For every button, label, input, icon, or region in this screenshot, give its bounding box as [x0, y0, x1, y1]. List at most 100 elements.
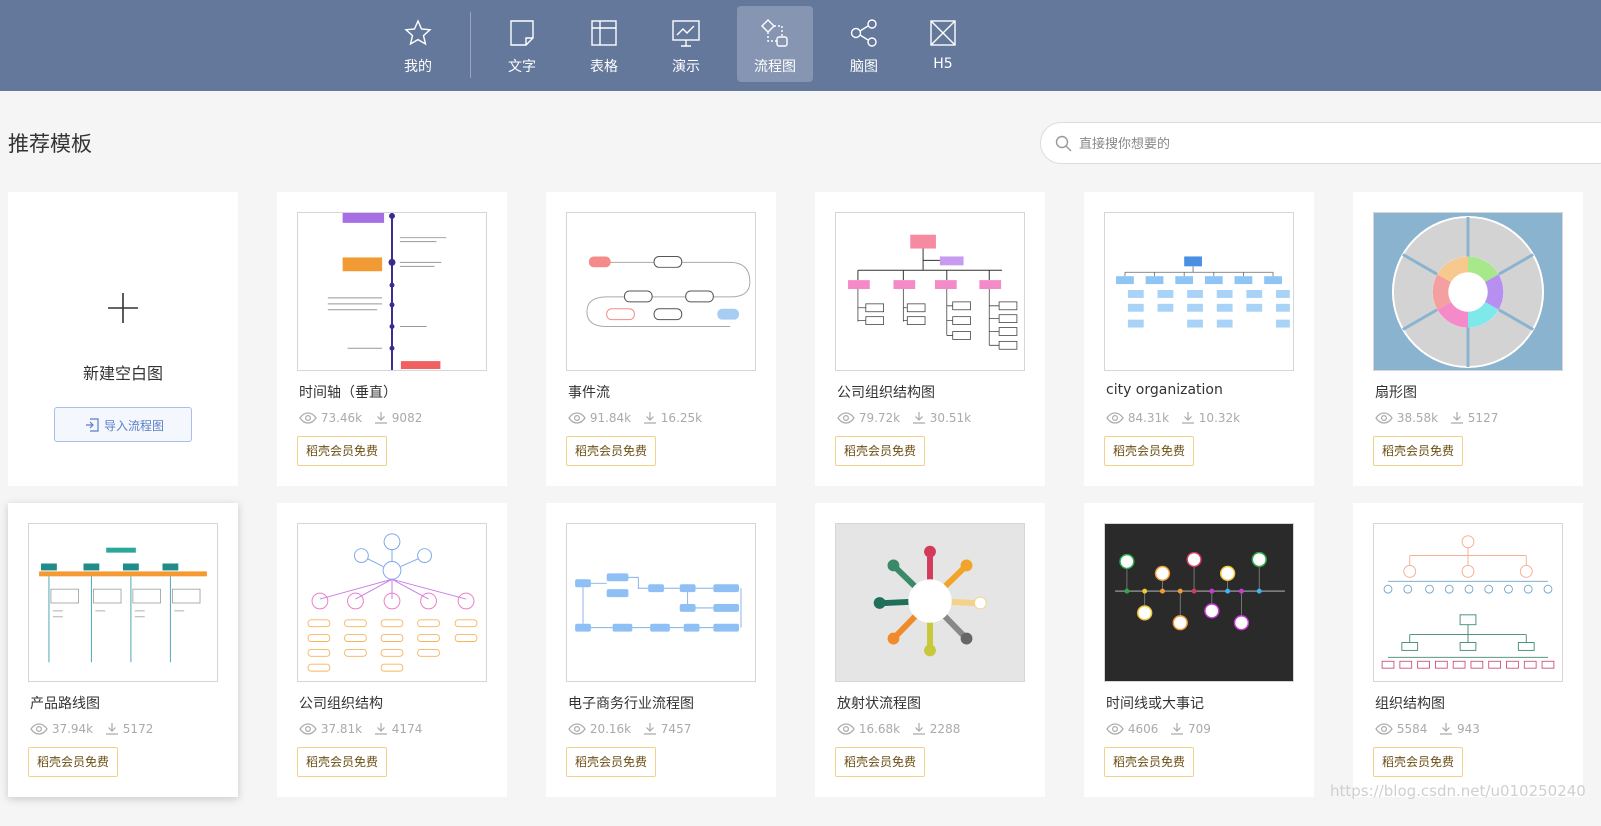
search-box[interactable] [1040, 122, 1601, 164]
template-thumbnail [297, 212, 487, 371]
template-card[interactable]: 扇形图 38.58k 5127 稻壳会员免费 [1353, 192, 1583, 486]
eye-icon [1106, 722, 1124, 735]
nav-item-h5[interactable]: H5 [905, 6, 981, 82]
watermark: https://blog.csdn.net/u010250240 [1330, 782, 1586, 800]
nav-item-sheet[interactable]: 表格 [566, 6, 642, 82]
download-icon [374, 412, 387, 424]
nav-item-mindmap[interactable]: 脑图 [826, 6, 902, 82]
download-count: 943 [1457, 721, 1480, 736]
member-free-badge[interactable]: 稻壳会员免费 [297, 747, 388, 777]
template-stats: 79.72k 30.51k [837, 410, 979, 426]
template-title: 产品路线图 [30, 696, 100, 712]
view-count: 4606 [1127, 721, 1159, 736]
template-card[interactable]: 时间线或大事记 4606 709 稻壳会员免费 [1084, 503, 1314, 797]
view-count: 84.31k [1127, 410, 1170, 425]
template-title: 时间线或大事记 [1106, 696, 1204, 712]
eye-icon [837, 411, 855, 424]
eye-icon [1106, 411, 1124, 424]
nav-label: 流程图 [754, 59, 796, 75]
member-free-badge[interactable]: 稻壳会员免费 [835, 436, 926, 466]
h5-icon [930, 20, 956, 46]
nav-item-presentation[interactable]: 演示 [648, 6, 724, 82]
template-thumbnail [835, 523, 1025, 682]
template-title: 公司组织结构图 [837, 385, 935, 401]
template-card[interactable]: 事件流 91.84k 16.25k 稻壳会员免费 [546, 192, 776, 486]
download-icon [1171, 723, 1184, 735]
template-card[interactable]: city organization 84.31k 10.32k 稻壳会员免费 [1084, 192, 1314, 486]
download-icon [1440, 723, 1453, 735]
download-icon [912, 723, 925, 735]
template-card[interactable]: 产品路线图 37.94k 5172 稻壳会员免费 [8, 503, 238, 797]
template-stats: 84.31k 10.32k [1106, 410, 1248, 426]
new-blank-label: 新建空白图 [82, 364, 163, 383]
nav-item-text[interactable]: 文字 [484, 6, 560, 82]
template-title: 扇形图 [1375, 385, 1417, 401]
member-free-badge[interactable]: 稻壳会员免费 [566, 436, 657, 466]
template-thumbnail [1104, 212, 1294, 371]
download-count: 5172 [122, 721, 154, 736]
template-title: 电子商务行业流程图 [568, 696, 694, 712]
eye-icon [837, 722, 855, 735]
nav-label: 演示 [672, 59, 700, 75]
member-free-badge[interactable]: 稻壳会员免费 [835, 747, 926, 777]
template-stats: 37.81k 4174 [299, 721, 430, 737]
nav-item-flowchart[interactable]: 流程图 [737, 6, 813, 82]
template-stats: 16.68k 2288 [837, 721, 968, 737]
document-icon [510, 20, 534, 46]
member-free-badge[interactable]: 稻壳会员免费 [566, 747, 657, 777]
nav-label: 文字 [508, 59, 536, 75]
download-icon [1450, 412, 1463, 424]
template-card[interactable]: 公司组织结构 37.81k 4174 稻壳会员免费 [277, 503, 507, 797]
view-count: 91.84k [589, 410, 632, 425]
template-thumbnail [566, 523, 756, 682]
template-stats: 20.16k 7457 [568, 721, 699, 737]
template-thumbnail [1373, 523, 1563, 682]
download-count: 9082 [391, 410, 423, 425]
eye-icon [299, 722, 317, 735]
template-title: 事件流 [568, 385, 610, 401]
member-free-badge[interactable]: 稻壳会员免费 [28, 747, 119, 777]
template-stats: 91.84k 16.25k [568, 410, 710, 426]
template-thumbnail [297, 523, 487, 682]
member-free-badge[interactable]: 稻壳会员免费 [297, 436, 388, 466]
template-card[interactable]: 组织结构图 5584 943 稻壳会员免费 [1353, 503, 1583, 797]
view-count: 37.81k [320, 721, 363, 736]
nav-divider [470, 12, 471, 78]
import-icon [86, 418, 99, 432]
member-free-badge[interactable]: 稻壳会员免费 [1373, 436, 1464, 466]
template-card[interactable]: 放射状流程图 16.68k 2288 稻壳会员免费 [815, 503, 1045, 797]
star-icon [404, 19, 432, 46]
view-count: 79.72k [858, 410, 901, 425]
nav-label: H5 [933, 56, 953, 72]
member-free-badge[interactable]: 稻壳会员免费 [1104, 747, 1195, 777]
template-card[interactable]: 公司组织结构图 79.72k 30.51k 稻壳会员免费 [815, 192, 1045, 486]
template-stats: 5584 943 [1375, 721, 1488, 737]
view-count: 38.58k [1396, 410, 1439, 425]
download-icon [643, 412, 656, 424]
download-count: 4174 [391, 721, 423, 736]
search-icon [1055, 135, 1072, 152]
nav-item-mine[interactable]: 我的 [380, 6, 456, 82]
download-count: 10.32k [1198, 410, 1241, 425]
template-title: 公司组织结构 [299, 696, 383, 712]
member-free-badge[interactable]: 稻壳会员免费 [1104, 436, 1195, 466]
download-icon [105, 723, 118, 735]
flowchart-icon [761, 19, 788, 47]
view-count: 37.94k [51, 721, 94, 736]
nav-label: 脑图 [850, 59, 878, 75]
search-input[interactable] [1079, 132, 1479, 156]
new-blank-card[interactable]: 新建空白图 导入流程图 [8, 192, 238, 486]
template-title: 时间轴（垂直） [299, 385, 397, 401]
import-flowchart-button[interactable]: 导入流程图 [54, 407, 192, 442]
template-thumbnail [835, 212, 1025, 371]
template-stats: 4606 709 [1106, 721, 1219, 737]
member-free-badge[interactable]: 稻壳会员免费 [1373, 747, 1464, 777]
template-thumbnail [1373, 212, 1563, 371]
eye-icon [1375, 411, 1393, 424]
download-count: 2288 [929, 721, 961, 736]
import-label: 导入流程图 [104, 419, 165, 433]
template-card[interactable]: 电子商务行业流程图 20.16k 7457 稻壳会员免费 [546, 503, 776, 797]
template-card[interactable]: 时间轴（垂直） 73.46k 9082 稻壳会员免费 [277, 192, 507, 486]
plus-icon [108, 293, 138, 323]
view-count: 16.68k [858, 721, 901, 736]
